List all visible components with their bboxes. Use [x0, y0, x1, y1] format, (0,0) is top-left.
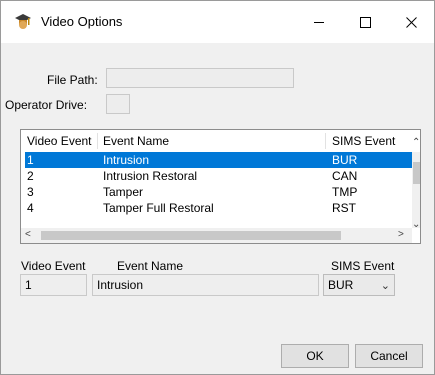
window-title: Video Options: [41, 14, 123, 29]
scroll-left-icon[interactable]: <: [25, 230, 31, 240]
cell-event-name: Intrusion: [103, 153, 150, 167]
cell-event-name: Tamper: [103, 185, 144, 199]
column-header-sims-event[interactable]: SIMS Event: [332, 130, 395, 152]
file-path-input[interactable]: [106, 68, 294, 88]
column-separator[interactable]: [97, 133, 98, 149]
scroll-down-icon[interactable]: ⌄: [412, 220, 420, 230]
detail-event-name-field[interactable]: Intrusion: [92, 274, 319, 296]
scroll-up-icon[interactable]: ⌃: [412, 138, 420, 148]
minimize-icon: [314, 21, 324, 23]
horizontal-scrollbar[interactable]: < >: [21, 228, 412, 243]
minimize-button[interactable]: [296, 1, 342, 43]
cell-video-event: 2: [27, 169, 34, 183]
chevron-down-icon: ⌄: [380, 280, 390, 292]
app-icon: [13, 12, 33, 32]
table-row[interactable]: 2 Intrusion Restoral CAN: [25, 168, 412, 184]
column-header-event-name[interactable]: Event Name: [103, 130, 169, 152]
operator-drive-label: Operator Drive:: [5, 98, 88, 112]
table-row[interactable]: 4 Tamper Full Restoral RST: [25, 200, 412, 216]
title-bar[interactable]: Video Options: [1, 1, 434, 43]
cell-event-name: Intrusion Restoral: [103, 169, 198, 183]
close-icon: [405, 16, 417, 28]
detail-sims-event-label: SIMS Event: [331, 259, 395, 273]
vertical-scroll-thumb[interactable]: [413, 162, 420, 184]
horizontal-scroll-thumb[interactable]: [41, 231, 341, 240]
cell-sims-event: TMP: [332, 185, 358, 199]
sims-event-dropdown[interactable]: BUR ⌄: [323, 274, 395, 296]
operator-drive-input[interactable]: [106, 94, 130, 114]
video-options-window: Video Options File Path: Operator Drive:…: [0, 0, 435, 375]
video-events-grid[interactable]: Video Event Event Name SIMS Event 1 Intr…: [20, 129, 421, 244]
maximize-button[interactable]: [342, 1, 388, 43]
cell-sims-event: CAN: [332, 169, 358, 183]
table-row[interactable]: 3 Tamper TMP: [25, 184, 412, 200]
sims-event-selected-value: BUR: [328, 278, 354, 292]
detail-video-event-label: Video Event: [21, 259, 86, 273]
file-path-label: File Path:: [47, 73, 98, 87]
cell-event-name: Tamper Full Restoral: [103, 201, 214, 215]
detail-event-name-label: Event Name: [117, 259, 184, 273]
detail-video-event-field[interactable]: 1: [20, 274, 87, 296]
maximize-icon: [359, 16, 371, 28]
column-header-video-event[interactable]: Video Event: [27, 130, 92, 152]
cancel-button[interactable]: Cancel: [355, 344, 423, 368]
table-row[interactable]: 1 Intrusion BUR: [25, 152, 412, 168]
ok-button[interactable]: OK: [281, 344, 349, 368]
cell-video-event: 4: [27, 201, 34, 215]
cell-sims-event: BUR: [332, 153, 358, 167]
column-separator[interactable]: [325, 133, 326, 149]
cell-sims-event: RST: [332, 201, 356, 215]
scroll-right-icon[interactable]: >: [398, 230, 404, 240]
cell-video-event: 1: [27, 153, 34, 167]
vertical-scrollbar[interactable]: ⌃ ⌄: [412, 138, 420, 230]
close-button[interactable]: [388, 1, 434, 43]
cell-video-event: 3: [27, 185, 34, 199]
